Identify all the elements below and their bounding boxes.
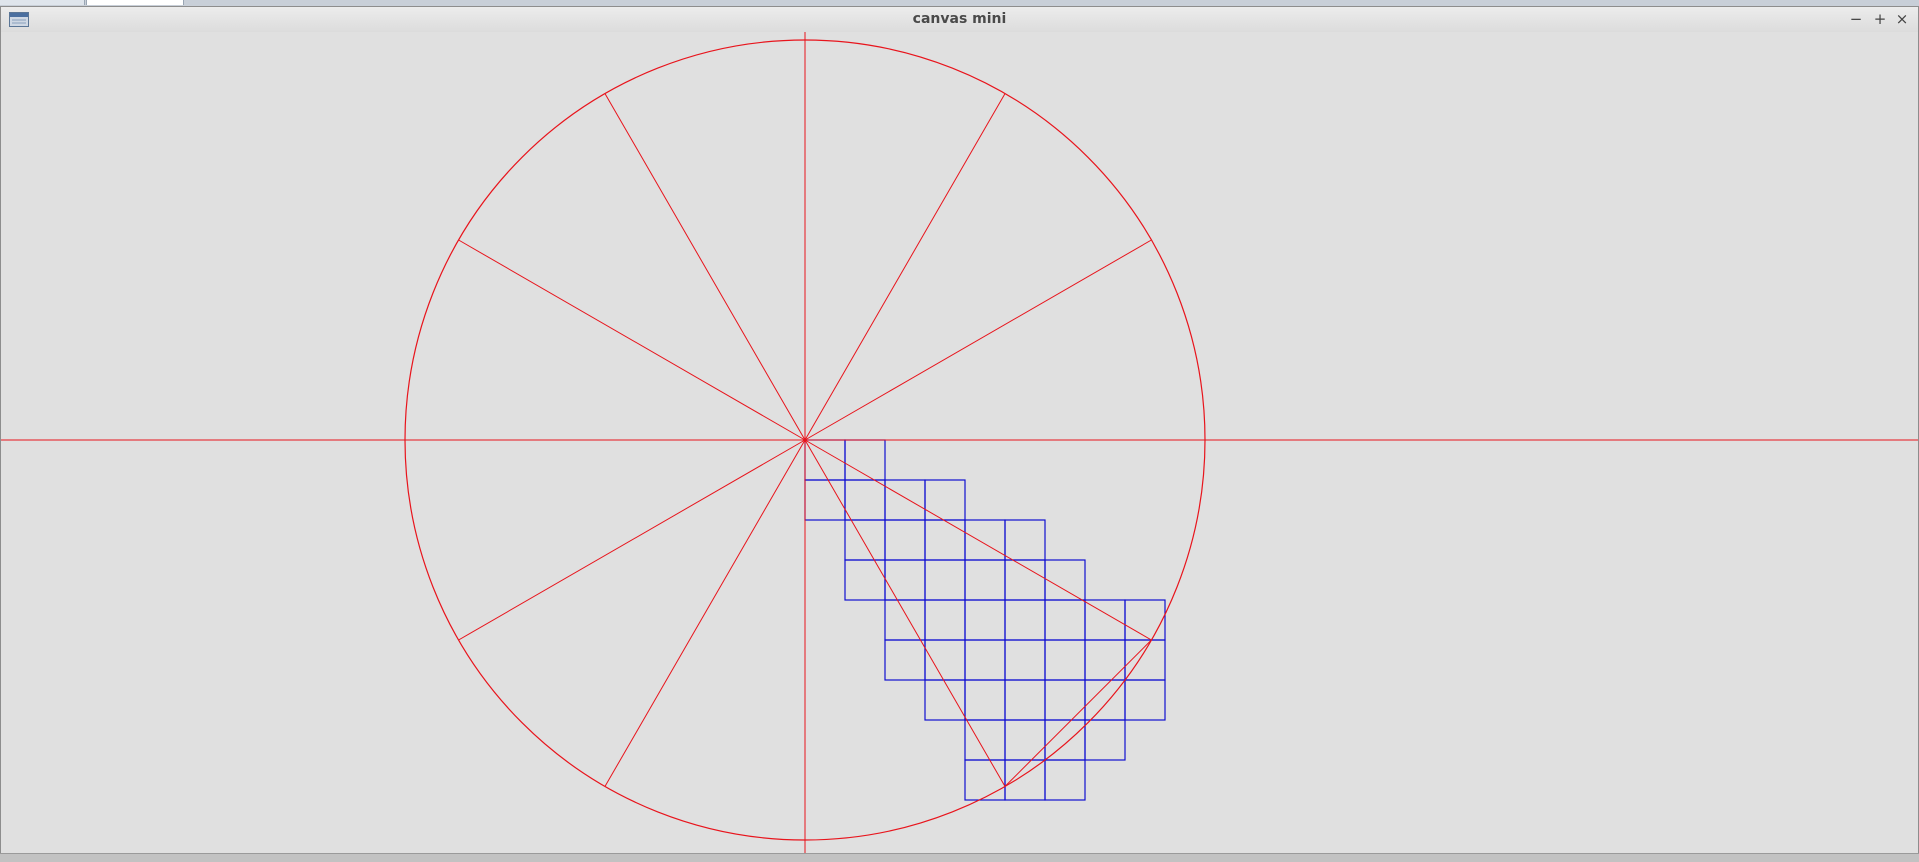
taskbar-tab[interactable]	[0, 0, 85, 5]
pixel-cell	[1044, 599, 1086, 641]
app-window: canvas mini − + ×	[0, 6, 1919, 855]
pixel-cell	[844, 479, 886, 521]
pixel-cell	[964, 599, 1006, 641]
pixel-cell	[844, 559, 886, 601]
window-title: canvas mini	[912, 11, 1007, 27]
pixel-cell	[964, 639, 1006, 681]
pixel-cell	[884, 599, 926, 641]
drawing-canvas[interactable]	[1, 32, 1918, 854]
pixel-cell	[1084, 599, 1126, 641]
pixel-cell	[1004, 519, 1046, 561]
pixel-cell	[964, 679, 1006, 721]
pixel-cell	[924, 639, 966, 681]
pixel-cell	[1004, 599, 1046, 641]
pixel-cell	[1044, 679, 1086, 721]
pixel-cell	[844, 439, 886, 481]
wedge-chord	[1004, 639, 1152, 787]
pixel-cell	[804, 479, 846, 521]
pixel-cell	[964, 559, 1006, 601]
pixel-cell	[924, 599, 966, 641]
pixel-cell	[1124, 599, 1166, 641]
radial-spoke	[604, 93, 806, 441]
radial-spoke	[804, 439, 1152, 641]
pixel-cell	[1004, 719, 1046, 761]
pixel-cell	[924, 519, 966, 561]
taskbar-tab-active[interactable]	[86, 0, 184, 5]
pixel-cell	[964, 759, 1006, 801]
close-button[interactable]: ×	[1891, 9, 1913, 29]
pixel-cell	[884, 559, 926, 601]
pixel-cell	[1124, 679, 1166, 721]
pixel-cell	[1004, 559, 1046, 601]
pixel-cell	[1044, 759, 1086, 801]
maximize-button[interactable]: +	[1869, 9, 1891, 29]
pixel-cell	[924, 679, 966, 721]
radial-spoke	[604, 439, 806, 787]
pixel-cell	[884, 479, 926, 521]
pixel-cell	[1004, 639, 1046, 681]
canvas-drawing	[1, 32, 1918, 854]
minimize-button[interactable]: −	[1845, 9, 1867, 29]
pixel-cell	[964, 519, 1006, 561]
pixel-cell	[964, 719, 1006, 761]
pixel-grid	[804, 439, 1166, 801]
radial-spoke	[458, 239, 806, 441]
radial-spoke	[804, 239, 1152, 441]
axis-layer	[1, 32, 1918, 854]
pixel-cell	[924, 559, 966, 601]
radial-spoke	[804, 439, 1006, 787]
radial-spoke	[458, 439, 806, 641]
pixel-cell	[1004, 679, 1046, 721]
title-bar[interactable]: canvas mini − + ×	[1, 7, 1918, 32]
pixel-cell	[924, 479, 966, 521]
pixel-cell	[884, 639, 926, 681]
pixel-cell	[884, 519, 926, 561]
pixel-cell	[1084, 639, 1126, 681]
radial-spoke	[804, 93, 1006, 441]
pixel-cell	[1044, 639, 1086, 681]
pixel-cell	[1044, 559, 1086, 601]
pixel-cell	[1084, 719, 1126, 761]
pixel-cell	[844, 519, 886, 561]
